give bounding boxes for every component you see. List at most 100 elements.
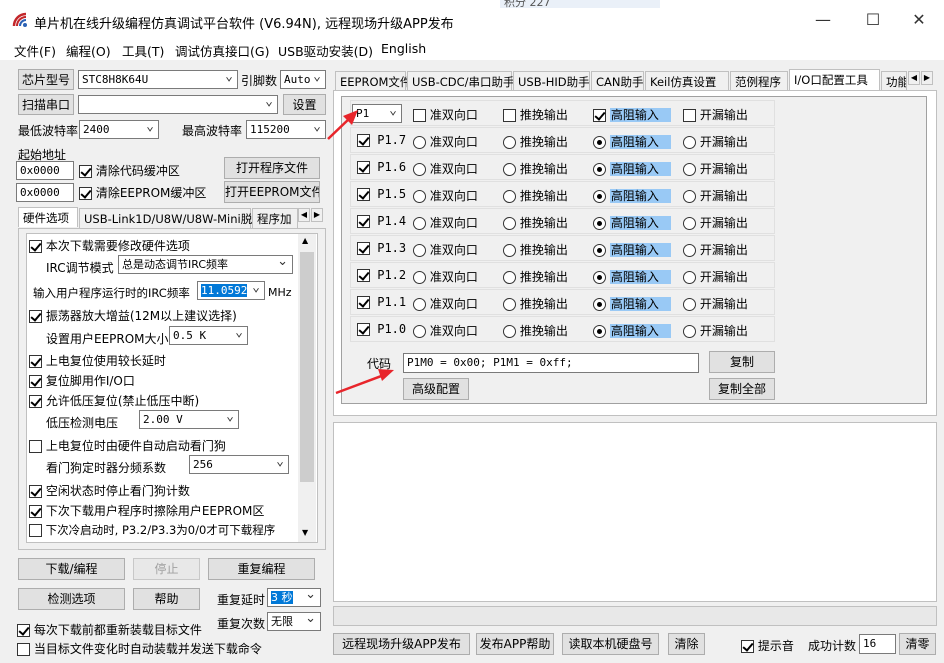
tab-io-config[interactable]: I/O口配置工具 xyxy=(789,69,880,91)
header-push-pull[interactable]: 推挽输出 xyxy=(503,106,568,123)
tab-keil[interactable]: Keil仿真设置 xyxy=(645,71,729,91)
opt-reset-io[interactable]: 复位脚用作I/O口 xyxy=(29,372,135,389)
scroll-down-icon[interactable]: ▼ xyxy=(302,528,308,537)
low-volt-select[interactable]: 2.00 V xyxy=(139,410,239,429)
options-scrollbar[interactable]: ▲ ▼ xyxy=(298,234,316,542)
mode-radio-high-impedance[interactable]: 高阻输入 xyxy=(593,295,671,312)
mode-radio-quasi-bidirectional[interactable]: 准双向口 xyxy=(413,160,478,177)
tab-usb-cdc[interactable]: USB-CDC/串口助手 xyxy=(407,71,515,91)
opt-erase-eeprom[interactable]: 下次下载用户程序时擦除用户EEPROM区 xyxy=(29,502,264,519)
mode-radio-push-pull[interactable]: 推挽输出 xyxy=(503,295,568,312)
mode-radio-push-pull[interactable]: 推挽输出 xyxy=(503,241,568,258)
code-address-input[interactable]: 0x0000 xyxy=(16,161,74,180)
reprogram-button[interactable]: 重复编程 xyxy=(208,558,315,580)
mode-radio-quasi-bidirectional[interactable]: 准双向口 xyxy=(413,268,478,285)
help-button[interactable]: 帮助 xyxy=(133,588,200,610)
pin-checkbox[interactable]: P1.1 xyxy=(357,295,406,309)
mode-radio-open-drain[interactable]: 开漏输出 xyxy=(683,214,748,231)
mode-radio-high-impedance[interactable]: 高阻输入 xyxy=(593,133,671,150)
tab-program-load[interactable]: 程序加 xyxy=(252,208,298,228)
opt-idle-stop-wdt[interactable]: 空闲状态时停止看门狗计数 xyxy=(29,482,190,499)
header-open-drain[interactable]: 开漏输出 xyxy=(683,106,748,123)
chip-model-select[interactable]: STC8H8K64U xyxy=(78,70,238,89)
mode-radio-high-impedance[interactable]: 高阻输入 xyxy=(593,241,671,258)
mode-radio-push-pull[interactable]: 推挽输出 xyxy=(503,133,568,150)
wdt-div-select[interactable]: 256 xyxy=(189,455,289,474)
scan-port-button[interactable]: 扫描串口 xyxy=(18,94,74,115)
tab-can[interactable]: CAN助手 xyxy=(591,71,644,91)
right-tab-scroll-right-icon[interactable]: ▶ xyxy=(921,71,933,85)
clear-code-checkbox[interactable]: 清除代码缓冲区 xyxy=(79,162,180,179)
tab-usb-hid[interactable]: USB-HID助手 xyxy=(513,71,590,91)
max-baud-select[interactable]: 115200 xyxy=(246,120,326,139)
mode-radio-open-drain[interactable]: 开漏输出 xyxy=(683,268,748,285)
copy-button[interactable]: 复制 xyxy=(709,351,775,373)
right-tab-scroll-left-icon[interactable]: ◀ xyxy=(908,71,920,85)
mode-radio-push-pull[interactable]: 推挽输出 xyxy=(503,268,568,285)
tab-hardware-options[interactable]: 硬件选项 xyxy=(18,207,78,227)
mode-radio-quasi-bidirectional[interactable]: 准双向口 xyxy=(413,241,478,258)
mode-radio-high-impedance[interactable]: 高阻输入 xyxy=(593,322,671,339)
irc-freq-select[interactable]: 11.0592 xyxy=(197,281,265,300)
download-button[interactable]: 下载/编程 xyxy=(18,558,125,580)
mode-radio-quasi-bidirectional[interactable]: 准双向口 xyxy=(413,133,478,150)
settings-button[interactable]: 设置 xyxy=(283,94,326,115)
mode-radio-push-pull[interactable]: 推挽输出 xyxy=(503,187,568,204)
code-output-field[interactable]: P1M0 = 0x00; P1M1 = 0xff; xyxy=(403,353,699,373)
opt-wdt-auto[interactable]: 上电复位时由硬件自动启动看门狗 xyxy=(29,437,226,454)
pin-checkbox[interactable]: P1.6 xyxy=(357,160,406,174)
minimize-button[interactable]: — xyxy=(808,8,838,32)
eeprom-size-select[interactable]: 0.5 K xyxy=(169,326,248,345)
publish-help-button[interactable]: 发布APP帮助 xyxy=(476,633,554,655)
tab-eeprom-file[interactable]: EEPROM文件 xyxy=(335,71,411,91)
publish-app-button[interactable]: 远程现场升级APP发布 xyxy=(333,633,470,655)
mode-radio-open-drain[interactable]: 开漏输出 xyxy=(683,133,748,150)
menu-usb-driver[interactable]: USB驱动安装(D) xyxy=(278,41,373,60)
menu-program[interactable]: 编程(O) xyxy=(66,41,111,60)
copy-all-button[interactable]: 复制全部 xyxy=(709,378,775,400)
close-button[interactable]: ✕ xyxy=(904,8,934,32)
menu-debug[interactable]: 调试仿真接口(G) xyxy=(175,41,269,60)
menu-file[interactable]: 文件(F) xyxy=(14,41,56,60)
opt-modify-hw[interactable]: 本次下载需要修改硬件选项 xyxy=(29,237,190,254)
clear-eeprom-checkbox[interactable]: 清除EEPROM缓冲区 xyxy=(79,184,206,201)
reload-each-checkbox[interactable]: 每次下载前都重新装载目标文件 xyxy=(17,621,202,638)
beep-checkbox[interactable]: 提示音 xyxy=(741,637,794,654)
opt-power-delay[interactable]: 上电复位使用较长延时 xyxy=(29,352,166,369)
eeprom-address-input[interactable]: 0x0000 xyxy=(16,183,74,202)
mode-radio-high-impedance[interactable]: 高阻输入 xyxy=(593,214,671,231)
mode-radio-open-drain[interactable]: 开漏输出 xyxy=(683,187,748,204)
tab-scroll-left-icon[interactable]: ◀ xyxy=(298,208,310,222)
auto-reload-checkbox[interactable]: 当目标文件变化时自动装载并发送下载命令 xyxy=(17,640,262,657)
tab-scroll-right-icon[interactable]: ▶ xyxy=(311,208,323,222)
chip-model-button[interactable]: 芯片型号 xyxy=(18,69,74,90)
repeat-delay-select[interactable]: 3 秒 xyxy=(267,588,321,607)
mode-radio-quasi-bidirectional[interactable]: 准双向口 xyxy=(413,295,478,312)
mode-radio-quasi-bidirectional[interactable]: 准双向口 xyxy=(413,322,478,339)
repeat-count-select[interactable]: 无限 xyxy=(267,612,321,631)
menu-english[interactable]: English xyxy=(381,41,426,56)
pin-checkbox[interactable]: P1.3 xyxy=(357,241,406,255)
clear-log-button[interactable]: 清除 xyxy=(668,633,705,655)
pin-checkbox[interactable]: P1.0 xyxy=(357,322,406,336)
mode-radio-high-impedance[interactable]: 高阻输入 xyxy=(593,187,671,204)
pins-select[interactable]: Auto xyxy=(280,70,326,89)
header-high-impedance[interactable]: 高阻输入 xyxy=(593,106,671,123)
irc-mode-select[interactable]: 总是动态调节IRC频率 xyxy=(118,255,293,274)
mode-radio-open-drain[interactable]: 开漏输出 xyxy=(683,241,748,258)
mode-radio-open-drain[interactable]: 开漏输出 xyxy=(683,295,748,312)
maximize-button[interactable]: ☐ xyxy=(858,8,888,32)
menu-tools[interactable]: 工具(T) xyxy=(122,41,164,60)
mode-radio-push-pull[interactable]: 推挽输出 xyxy=(503,322,568,339)
pin-checkbox[interactable]: P1.7 xyxy=(357,133,406,147)
pin-checkbox[interactable]: P1.5 xyxy=(357,187,406,201)
stop-button[interactable]: 停止 xyxy=(133,558,200,580)
advanced-config-button[interactable]: 高级配置 xyxy=(403,378,469,400)
mode-radio-open-drain[interactable]: 开漏输出 xyxy=(683,160,748,177)
pin-checkbox[interactable]: P1.2 xyxy=(357,268,406,282)
mode-radio-high-impedance[interactable]: 高阻输入 xyxy=(593,160,671,177)
scroll-up-icon[interactable]: ▲ xyxy=(302,236,308,245)
scroll-thumb[interactable] xyxy=(300,252,314,482)
mode-radio-high-impedance[interactable]: 高阻输入 xyxy=(593,268,671,285)
pin-checkbox[interactable]: P1.4 xyxy=(357,214,406,228)
